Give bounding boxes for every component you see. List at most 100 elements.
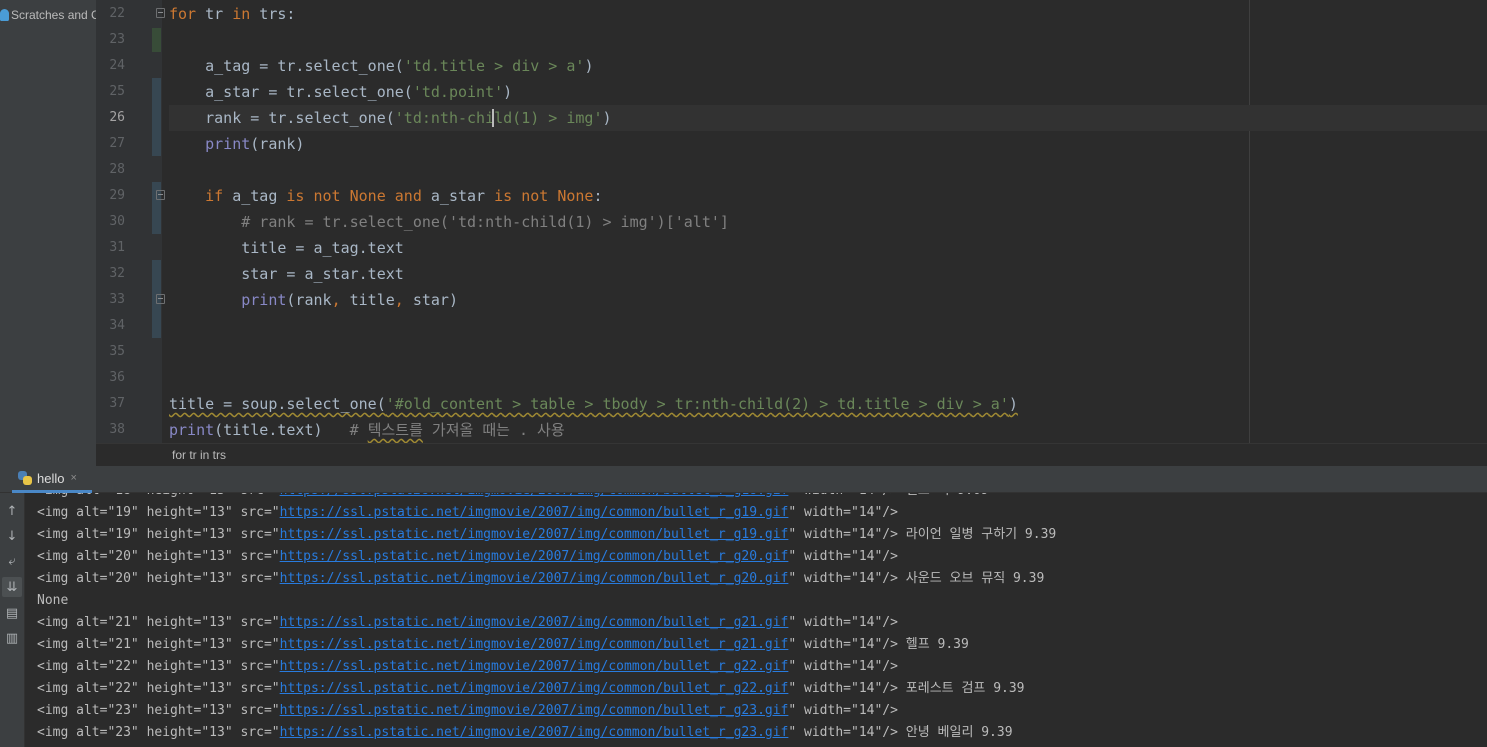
code-token: if [205,187,224,205]
scroll-to-end-icon[interactable]: ⇊ [2,577,22,597]
console-link[interactable]: https://ssl.pstatic.net/imgmovie/2007/im… [280,549,789,564]
code-line[interactable] [169,339,1487,365]
print-icon[interactable]: ▤ [2,603,22,623]
fold-icon[interactable] [156,294,165,304]
gutter-line[interactable]: 26 [96,105,188,131]
console-text: <img alt="23" height="13" src=" [37,725,280,740]
code-token: , [394,291,404,309]
code-token: print [169,421,215,439]
code-line[interactable]: rank = tr.select_one('td:nth-child(1) > … [169,105,1487,131]
code-line[interactable]: print(title.text) # 텍스트를 가져올 때는 . 사용 [169,417,1487,443]
breadcrumb-item[interactable]: for tr in trs [172,448,226,462]
code-line[interactable] [169,157,1487,183]
line-number: 31 [109,240,125,255]
console-text: " width="14"/> 사운드 오브 뮤직 9.39 [788,571,1045,586]
console-link[interactable]: https://ssl.pstatic.net/imgmovie/2007/im… [280,681,789,696]
gutter-line[interactable]: 28 [96,157,162,183]
code-token: trs: [250,5,296,23]
console-link[interactable]: https://ssl.pstatic.net/imgmovie/2007/im… [280,659,789,674]
console-link[interactable]: https://ssl.pstatic.net/imgmovie/2007/im… [280,703,789,718]
gutter-line[interactable]: 25 [96,79,162,105]
code-token: rank = tr.select_one( [169,109,395,127]
project-tree-item-scratches[interactable]: Scratches and C [0,6,96,24]
code-token: for [169,5,197,23]
gutter-line[interactable]: 32 [96,261,162,287]
code-line[interactable]: star = a_star.text [169,261,1487,287]
code-token: ) [503,83,513,101]
code-line[interactable]: title = soup.select_one('#old_content > … [169,391,1487,417]
code-line[interactable]: if a_tag is not None and a_star is not N… [169,183,1487,209]
gutter-line[interactable]: 29 [96,183,165,209]
code-line[interactable]: a_tag = tr.select_one('td.title > div > … [169,53,1487,79]
console-text: <img alt="23" height="13" src=" [37,703,280,718]
line-number: 27 [109,136,125,151]
code-token: star = a_star.text [169,265,404,283]
console-text: <img alt="21" height="13" src=" [37,615,280,630]
line-number: 36 [109,370,125,385]
gutter-line[interactable]: 24 [96,53,162,79]
code-token: tr [196,5,233,23]
console-line: <img alt="20" height="13" src="https://s… [37,568,1044,590]
console-link[interactable]: https://ssl.pstatic.net/imgmovie/2007/im… [280,637,789,652]
gutter-line[interactable]: 27 [96,131,162,157]
code-line[interactable] [169,365,1487,391]
console-line: <img alt="23" height="13" src="https://s… [37,722,1013,744]
line-number: 30 [109,214,125,229]
code-line[interactable] [169,27,1487,53]
code-line[interactable] [169,313,1487,339]
line-number: 24 [109,58,125,73]
scroll-up-icon[interactable]: ↑ [2,501,22,521]
console-text: " width="14"/> [788,505,898,520]
soft-wrap-icon[interactable]: ⤶ [2,551,22,571]
gutter-line[interactable]: 30 [96,209,162,235]
scroll-down-icon[interactable]: ↓ [2,526,22,546]
console-link[interactable]: https://ssl.pstatic.net/imgmovie/2007/im… [280,615,789,630]
gutter-line[interactable]: 37 [96,391,162,417]
gutter-line[interactable]: 38 [96,417,162,443]
gutter-line[interactable]: 36 [96,365,162,391]
console-link[interactable]: https://ssl.pstatic.net/imgmovie/2007/im… [280,571,789,586]
code-token: (rank) [250,135,305,153]
run-tab-label: hello [37,470,65,486]
console-link[interactable]: https://ssl.pstatic.net/imgmovie/2007/im… [280,725,789,740]
console-link[interactable]: https://ssl.pstatic.net/imgmovie/2007/im… [280,505,789,520]
gutter-line[interactable]: 23 [96,27,162,53]
gutter-line[interactable]: 33 [96,287,165,313]
fold-icon[interactable] [156,190,165,200]
code-token: title = soup.select_one( [169,395,386,413]
code-token: ) [602,109,612,127]
ide-window: Scratches and C 22 23 24 25 26 27 28 29 30 31 32 33… [0,0,1487,747]
console-text: <img alt="22" height="13" src=" [37,659,280,674]
run-tool-window-header: hello × [0,466,1487,493]
run-console-output[interactable]: <img alt="18" height="13" src="https://s… [25,493,1487,747]
trash-icon[interactable]: ▥ [2,628,22,648]
gutter-line[interactable]: 35 [96,339,162,365]
code-line[interactable]: print(rank, title, star) [169,287,1487,313]
console-text: " width="14"/> 헬프 미 9.09 [788,493,988,498]
project-tree-item-label: Scratches and C [11,8,96,22]
gutter-line[interactable]: 22 [96,1,165,27]
console-link[interactable]: https://ssl.pstatic.net/imgmovie/2007/im… [280,493,789,498]
console-link[interactable]: https://ssl.pstatic.net/imgmovie/2007/im… [280,527,789,542]
gutter-line[interactable]: 34 [96,313,162,339]
console-text: " width="14"/> 라이언 일병 구하기 9.39 [788,527,1057,542]
code-token: a_tag [223,187,287,205]
close-icon[interactable]: × [70,472,76,484]
code-editor[interactable]: 22 23 24 25 26 27 28 29 30 31 32 33 34 35 36 37 38 for t… [96,0,1487,443]
line-number: 26 [109,110,125,125]
code-line[interactable]: # rank = tr.select_one('td:nth-child(1) … [169,209,1487,235]
code-line[interactable]: a_star = tr.select_one('td.point') [169,79,1487,105]
console-text: " width="14"/> [788,659,898,674]
code-area[interactable]: for tr in trs: a_tag = tr.select_one('td… [169,0,1487,443]
code-line[interactable]: title = a_tag.text [169,235,1487,261]
fold-icon[interactable] [156,8,165,18]
run-tab-hello[interactable]: hello × [12,466,92,493]
gutter-line[interactable]: 31 [96,235,162,261]
breadcrumb[interactable]: for tr in trs [96,443,1487,466]
code-line[interactable]: print(rank) [169,131,1487,157]
code-token: # [349,421,368,439]
editor-gutter[interactable]: 22 23 24 25 26 27 28 29 30 31 32 33 34 35 36 37 38 [96,0,188,443]
code-token: ) [584,57,594,75]
code-line[interactable]: for tr in trs: [169,1,1487,27]
